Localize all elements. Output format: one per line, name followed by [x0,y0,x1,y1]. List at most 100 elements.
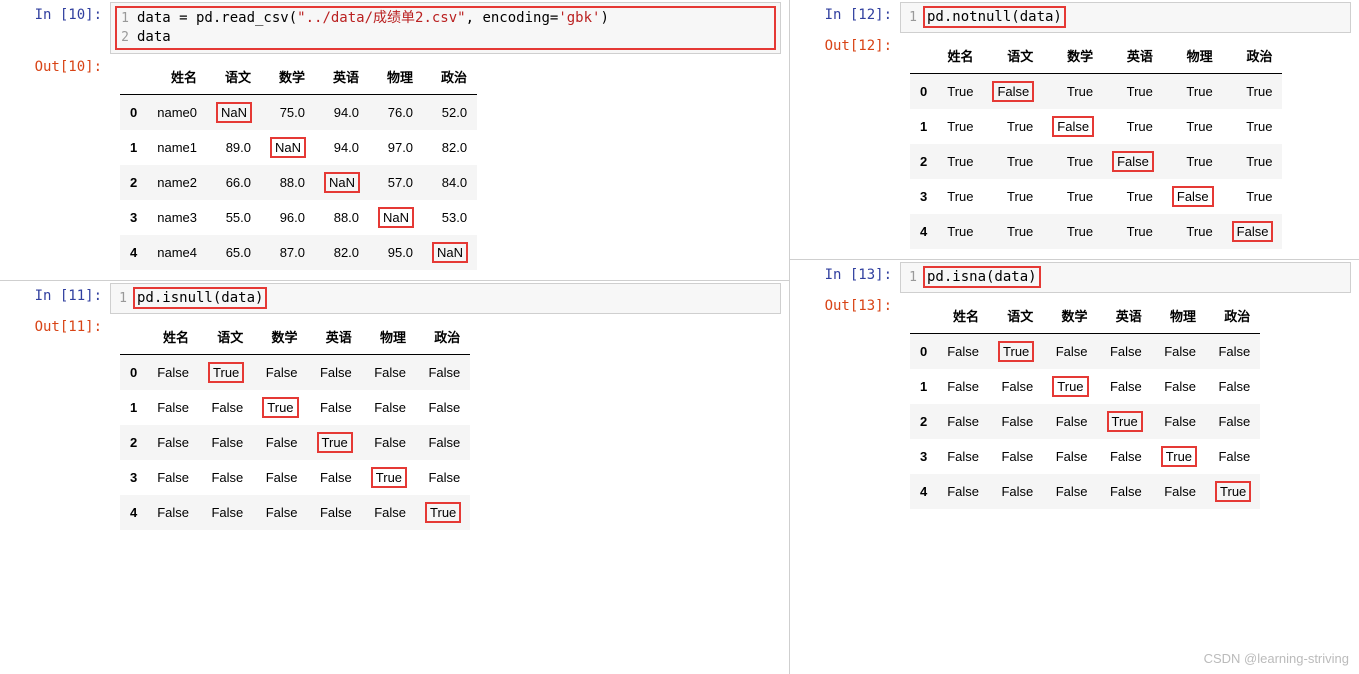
column-header: 语文 [199,319,253,355]
out-prompt-11: Out[11]: [0,314,110,538]
cell-value: False [199,460,253,495]
cell-value: False [1206,333,1260,369]
cell-value: True [1163,73,1223,109]
column-header: 姓名 [937,38,983,74]
cell-value: NaN [207,94,261,130]
index-header [910,298,937,334]
cell-value: False [1206,404,1260,439]
cell-11: In [11]: 1pd.isnull(data) Out[11]: 姓名语文数… [0,281,789,540]
cell-value: True [1043,369,1097,404]
code-input-12[interactable]: 1pd.notnull(data) [900,2,1351,33]
cell-value: False [989,439,1043,474]
cell-value: 82.0 [315,235,369,270]
column-header: 姓名 [937,298,989,334]
cell-value: True [1163,109,1223,144]
cell-value: False [416,354,470,390]
cell-value: True [937,144,983,179]
cell-value: True [983,109,1043,144]
cell-value: False [308,354,362,390]
row-index: 0 [120,354,147,390]
row-index: 0 [910,73,937,109]
cell-value: 95.0 [369,235,423,270]
cell-value: 97.0 [369,130,423,165]
output-table-10: 姓名语文数学英语物理政治0name0NaN75.094.076.052.01na… [110,54,477,278]
cell-value: name4 [147,235,207,270]
row-index: 2 [910,404,937,439]
index-header [910,38,937,74]
code-input-13[interactable]: 1pd.isna(data) [900,262,1351,293]
row-index: 0 [120,94,147,130]
column-header: 物理 [1163,38,1223,74]
cell-value: True [416,495,470,530]
table-row: 3FalseFalseFalseFalseTrueFalse [910,439,1260,474]
cell-value: False [253,460,307,495]
cell-value: False [1103,144,1163,179]
cell-value: False [147,495,199,530]
in-prompt-10: In [10]: [0,2,110,54]
cell-value: False [199,390,253,425]
cell-value: True [1103,214,1163,249]
cell-value: 88.0 [315,200,369,235]
cell-value: False [308,495,362,530]
column-header: 物理 [362,319,416,355]
cell-value: False [1098,369,1152,404]
table-row: 3name355.096.088.0NaN53.0 [120,200,477,235]
in-prompt-12: In [12]: [790,2,900,33]
cell-value: 94.0 [315,130,369,165]
cell-value: True [1223,144,1283,179]
dataframe-table: 姓名语文数学英语物理政治0name0NaN75.094.076.052.01na… [120,59,477,270]
code-input-11[interactable]: 1pd.isnull(data) [110,283,781,314]
cell-value: NaN [315,165,369,200]
out-prompt-13: Out[13]: [790,293,900,517]
cell-value: False [1043,404,1097,439]
cell-value: True [937,214,983,249]
cell-value: True [253,390,307,425]
column-header: 英语 [315,59,369,95]
code-input-10[interactable]: 1data = pd.read_csv("../data/成绩单2.csv", … [110,2,781,54]
column-header: 物理 [369,59,423,95]
cell-value: 89.0 [207,130,261,165]
cell-value: False [1223,214,1283,249]
cell-value: True [1163,214,1223,249]
cell-value: 66.0 [207,165,261,200]
cell-value: False [1152,474,1206,509]
cell-value: True [1223,73,1283,109]
cell-value: False [1206,369,1260,404]
column-header: 政治 [416,319,470,355]
table-row: 1TrueTrueFalseTrueTrueTrue [910,109,1282,144]
cell-value: True [1206,474,1260,509]
row-index: 3 [120,200,147,235]
cell-value: False [147,390,199,425]
cell-value: False [147,460,199,495]
cell-value: True [308,425,362,460]
cell-value: False [989,404,1043,439]
table-row: 4FalseFalseFalseFalseFalseTrue [910,474,1260,509]
cell-value: name0 [147,94,207,130]
cell-value: NaN [423,235,477,270]
table-row: 1FalseFalseTrueFalseFalseFalse [910,369,1260,404]
table-row: 2TrueTrueTrueFalseTrueTrue [910,144,1282,179]
row-index: 4 [910,474,937,509]
table-row: 2FalseFalseFalseTrueFalseFalse [910,404,1260,439]
cell-value: False [937,404,989,439]
cell-value: NaN [261,130,315,165]
cell-13: In [13]: 1pd.isna(data) Out[13]: 姓名语文数学英… [790,260,1359,519]
row-index: 0 [910,333,937,369]
row-index: 2 [120,165,147,200]
cell-value: False [308,390,362,425]
cell-value: 53.0 [423,200,477,235]
column-header: 政治 [423,59,477,95]
in-prompt-13: In [13]: [790,262,900,293]
cell-value: False [1206,439,1260,474]
cell-value: 87.0 [261,235,315,270]
row-index: 1 [120,130,147,165]
column-header: 数学 [253,319,307,355]
cell-value: 52.0 [423,94,477,130]
cell-value: False [1098,474,1152,509]
index-header [120,59,147,95]
cell-value: 76.0 [369,94,423,130]
column-header: 数学 [261,59,315,95]
cell-12: In [12]: 1pd.notnull(data) Out[12]: 姓名语文… [790,0,1359,259]
cell-value: False [989,369,1043,404]
table-row: 3TrueTrueTrueTrueFalseTrue [910,179,1282,214]
